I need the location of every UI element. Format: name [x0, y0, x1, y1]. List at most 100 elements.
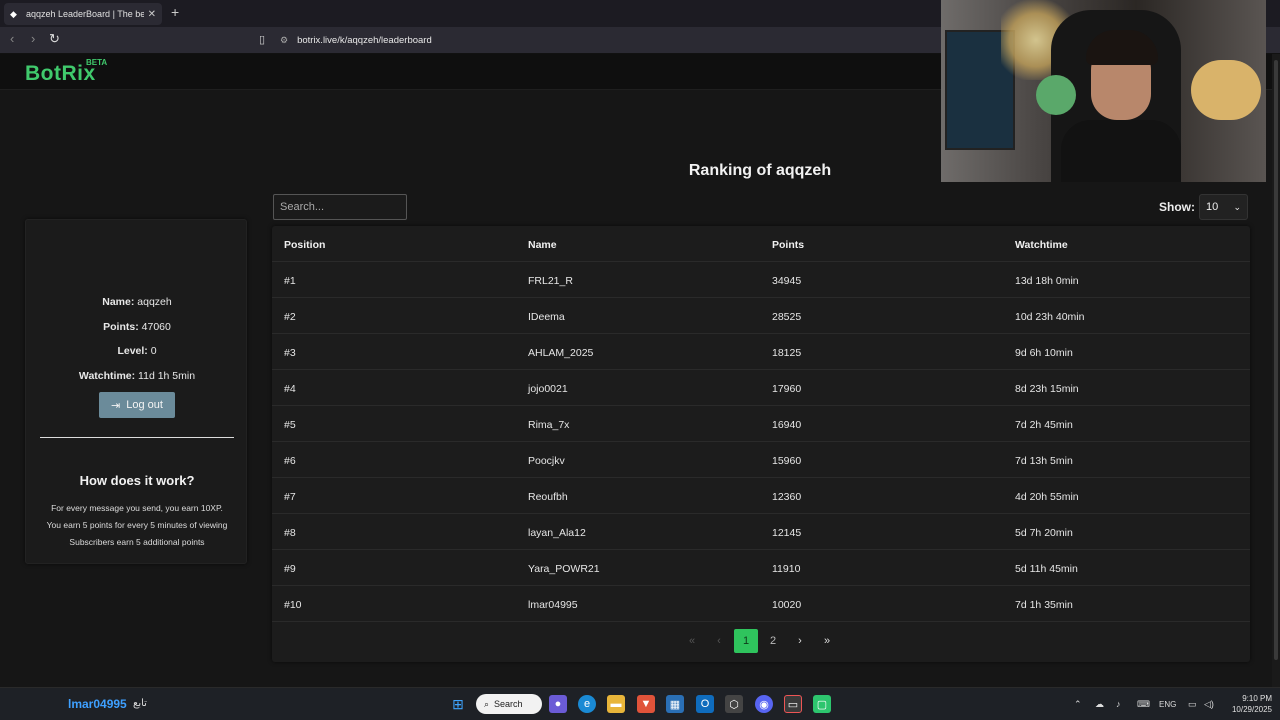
clock-date: 10/29/2025 [1231, 705, 1272, 714]
how-line: You earn 5 points for every 5 minutes of… [46, 520, 228, 530]
taskbar-clock[interactable]: 9:10 PM 10/29/2025 [1222, 693, 1272, 715]
page-title: Ranking of aqqzeh [688, 162, 832, 179]
bookmark-icon[interactable]: ▯ [259, 33, 265, 46]
forward-icon[interactable]: › [31, 31, 35, 46]
points-label: Points: [103, 321, 139, 333]
cell-points: 16940 [772, 419, 802, 431]
store-icon[interactable]: ▦ [666, 695, 684, 713]
how-it-works-title: How does it work? [79, 473, 195, 488]
edge-icon[interactable]: e [578, 695, 596, 713]
url-text: botrix.live/k/aqqzeh/leaderboard [297, 35, 432, 46]
cell-points: 17960 [772, 383, 802, 395]
last-page-button[interactable]: » [815, 629, 839, 653]
terminal-icon[interactable]: ▭ [784, 695, 802, 713]
cell-watchtime: 5d 11h 45min [1015, 563, 1078, 575]
tab-title: aqqzeh LeaderBoard | The best [26, 9, 144, 19]
column-header-position[interactable]: Position [284, 239, 325, 251]
sync-icon[interactable]: ☁ [1095, 699, 1104, 710]
back-icon[interactable]: ‹ [10, 31, 14, 46]
chevron-down-icon: ⌄ [1233, 201, 1241, 212]
cell-position: #5 [284, 419, 296, 431]
scrollbar-thumb[interactable] [1274, 60, 1278, 660]
page-2-button[interactable]: 2 [761, 629, 785, 653]
cam-person-hair [1086, 30, 1158, 65]
keyboard-icon[interactable]: ⌨ [1137, 699, 1150, 710]
taskbar-search[interactable]: ⌕ Search [476, 694, 542, 714]
taskbar-search-label: Search [494, 699, 523, 709]
column-header-watchtime[interactable]: Watchtime [1015, 239, 1068, 251]
cam-plush-green [1036, 75, 1076, 115]
file-explorer-icon[interactable]: ▬ [607, 695, 625, 713]
outlook-icon[interactable]: O [696, 695, 714, 713]
botrix-favicon-icon: ◆ [10, 9, 17, 19]
browser-tab[interactable]: ◆ aqqzeh LeaderBoard | The best ✕ [4, 3, 162, 25]
logout-button[interactable]: ⇥ Log out [99, 392, 175, 418]
cell-points: 28525 [772, 311, 802, 323]
cell-watchtime: 8d 23h 15min [1015, 383, 1079, 395]
cell-points: 15960 [772, 455, 802, 467]
network-icon[interactable]: ▭ [1188, 699, 1197, 710]
page-size-select[interactable]: 10 ⌄ [1199, 194, 1248, 220]
table-row: #7 Reoufbh 12360 4d 20h 55min [272, 478, 1250, 514]
discord-icon[interactable]: ◉ [755, 695, 773, 713]
volume-icon[interactable]: ◁) [1204, 699, 1214, 710]
cell-watchtime: 9d 6h 10min [1015, 347, 1073, 359]
overlay-follow-text: تابع [133, 698, 147, 709]
name-value: aqqzeh [137, 296, 172, 308]
cell-name: Rima_7x [528, 419, 570, 431]
table-row: #9 Yara_POWR21 11910 5d 11h 45min [272, 550, 1250, 586]
mic-icon[interactable]: ♪ [1116, 699, 1121, 709]
table-header-row: Position Name Points Watchtime [272, 226, 1250, 262]
pagination: « ‹ 1 2 › » [680, 629, 842, 653]
first-page-button[interactable]: « [680, 629, 704, 653]
cell-position: #9 [284, 563, 296, 575]
cell-name: Poocjkv [528, 455, 565, 467]
brave-icon[interactable]: ▼ [637, 695, 655, 713]
webcam-overlay [941, 0, 1266, 182]
how-line: Subscribers earn 5 additional points [69, 537, 205, 547]
watchtime-label: Watchtime: [78, 370, 136, 382]
next-page-button[interactable]: › [788, 629, 812, 653]
column-header-name[interactable]: Name [528, 239, 557, 251]
logout-icon: ⇥ [111, 399, 121, 412]
kick-icon[interactable]: ▢ [813, 695, 831, 713]
address-bar[interactable]: ⚙ botrix.live/k/aqqzeh/leaderboard [280, 31, 950, 50]
prev-page-button[interactable]: ‹ [707, 629, 731, 653]
table-row: #6 Poocjkv 15960 7d 13h 5min [272, 442, 1250, 478]
cell-points: 12360 [772, 491, 802, 503]
app-icon[interactable]: ⬡ [725, 695, 743, 713]
cell-name: IDeema [528, 311, 565, 323]
cell-watchtime: 13d 18h 0min [1015, 275, 1079, 287]
cell-points: 12145 [772, 527, 802, 539]
cell-points: 10020 [772, 599, 802, 611]
search-input[interactable] [273, 194, 407, 220]
close-tab-icon[interactable]: ✕ [148, 9, 156, 20]
reload-icon[interactable]: ↻ [49, 31, 60, 47]
cell-position: #3 [284, 347, 296, 359]
page-1-button[interactable]: 1 [734, 629, 758, 653]
tray-overflow-icon[interactable]: ⌃ [1074, 699, 1082, 710]
table-row: #2 IDeema 28525 10d 23h 40min [272, 298, 1250, 334]
cell-name: layan_Ala12 [528, 527, 586, 539]
level-label: Level: [117, 345, 148, 357]
cell-position: #6 [284, 455, 296, 467]
cell-position: #2 [284, 311, 296, 323]
windows-start-icon[interactable]: ⊞ [449, 695, 467, 713]
profile-points: Points: 47060 [26, 321, 248, 333]
site-info-icon[interactable]: ⚙ [280, 35, 288, 46]
cell-name: AHLAM_2025 [528, 347, 594, 359]
profile-card: Name: aqqzeh Points: 47060 Level: 0 Watc… [25, 219, 247, 564]
search-icon: ⌕ [484, 698, 490, 709]
table-row: #3 AHLAM_2025 18125 9d 6h 10min [272, 334, 1250, 370]
cell-watchtime: 7d 13h 5min [1015, 455, 1073, 467]
new-tab-icon[interactable]: + [171, 4, 179, 20]
cell-name: FRL21_R [528, 275, 573, 287]
overlay-username: lmar04995 [68, 697, 127, 711]
teams-icon[interactable]: ● [549, 695, 567, 713]
cell-name: lmar04995 [528, 599, 578, 611]
column-header-points[interactable]: Points [772, 239, 804, 251]
clock-time: 9:10 PM [1242, 694, 1272, 703]
table-row: #10 lmar04995 10020 7d 1h 35min [272, 586, 1250, 622]
cell-position: #4 [284, 383, 296, 395]
language-indicator[interactable]: ENG [1159, 700, 1176, 709]
